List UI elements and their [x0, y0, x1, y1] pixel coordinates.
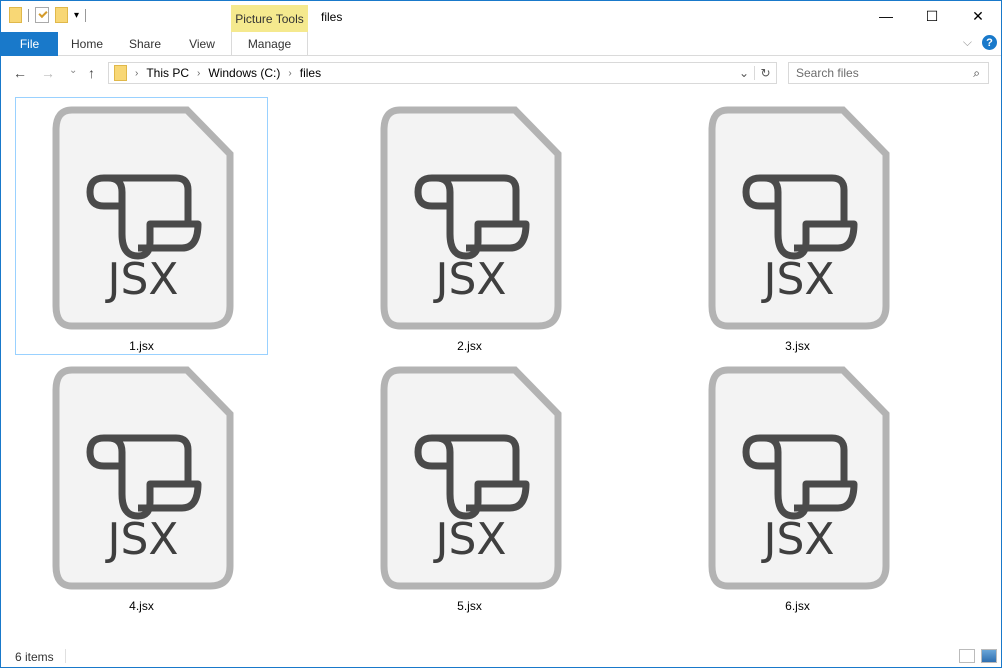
file-item[interactable]: JSX 2.jsx [343, 97, 596, 355]
file-name[interactable]: 6.jsx [672, 599, 923, 613]
folder-icon[interactable] [9, 7, 22, 23]
picture-tools-label: Picture Tools [231, 5, 308, 32]
file-name[interactable]: 4.jsx [16, 599, 267, 613]
divider [65, 649, 66, 663]
breadcrumb-this-pc[interactable]: This PC [146, 66, 189, 80]
file-type-label: JSX [432, 254, 506, 305]
help-icon[interactable]: ? [982, 35, 997, 50]
address-bar[interactable]: › This PC › Windows (C:) › files ⌄ ↻ [108, 62, 777, 84]
search-icon[interactable]: ⌕ [973, 66, 980, 81]
file-name[interactable]: 5.jsx [344, 599, 595, 613]
file-item[interactable]: JSX 5.jsx [343, 357, 596, 615]
up-button[interactable]: ↑ [88, 65, 95, 81]
file-item[interactable]: JSX 6.jsx [671, 357, 924, 615]
tab-home[interactable]: Home [61, 32, 113, 56]
collapse-ribbon-icon[interactable]: ⌵ [963, 35, 972, 50]
maximize-button[interactable]: ☐ [909, 1, 955, 31]
search-input[interactable]: Search files ⌕ [788, 62, 989, 84]
window-title: files [321, 10, 343, 24]
breadcrumb-separator[interactable]: › [135, 68, 138, 79]
jsx-file-icon: JSX [52, 106, 234, 330]
tab-view[interactable]: View [177, 32, 227, 56]
large-icons-view-button[interactable] [981, 649, 997, 663]
breadcrumb-windows-c[interactable]: Windows (C:) [208, 66, 280, 80]
address-dropdown-icon[interactable]: ⌄ [734, 66, 754, 80]
back-button[interactable]: ← [13, 65, 27, 81]
file-name[interactable]: 1.jsx [16, 339, 267, 353]
file-name[interactable]: 3.jsx [672, 339, 923, 353]
search-placeholder: Search files [796, 66, 859, 80]
forward-button[interactable]: → [41, 65, 55, 81]
file-type-label: JSX [760, 514, 834, 565]
folder-icon [114, 65, 127, 81]
refresh-icon[interactable]: ↻ [754, 66, 776, 80]
title-bar: ▾ Picture Tools files — ☐ ✕ [1, 1, 1001, 32]
breadcrumb-files[interactable]: files [300, 66, 321, 80]
close-button[interactable]: ✕ [955, 1, 1001, 31]
jsx-file-icon: JSX [708, 366, 890, 590]
file-type-label: JSX [432, 514, 506, 565]
file-type-label: JSX [760, 254, 834, 305]
file-type-label: JSX [104, 254, 178, 305]
file-item[interactable]: JSX 4.jsx [15, 357, 268, 615]
jsx-file-icon: JSX [380, 366, 562, 590]
recent-locations-button[interactable]: ⌄ [69, 65, 77, 76]
file-type-label: JSX [104, 514, 178, 565]
quick-access-toolbar: ▾ [9, 7, 87, 23]
tab-manage[interactable]: Manage [231, 32, 308, 56]
divider [28, 8, 29, 22]
ribbon-tabs: File Home Share View Manage ⌵ ? [1, 32, 1001, 56]
file-name[interactable]: 2.jsx [344, 339, 595, 353]
tab-file[interactable]: File [1, 32, 58, 56]
new-folder-icon[interactable] [55, 7, 68, 23]
minimize-button[interactable]: — [863, 1, 909, 31]
details-view-button[interactable] [959, 649, 975, 663]
jsx-file-icon: JSX [708, 106, 890, 330]
file-item[interactable]: JSX 1.jsx [15, 97, 268, 355]
file-item[interactable]: JSX 3.jsx [671, 97, 924, 355]
tab-share[interactable]: Share [119, 32, 171, 56]
item-count: 6 items [15, 650, 54, 664]
breadcrumb-separator[interactable]: › [197, 68, 200, 79]
breadcrumb-separator[interactable]: › [288, 68, 291, 79]
divider [85, 8, 87, 22]
customize-toolbar-icon[interactable]: ▾ [74, 10, 79, 21]
navigation-bar: ← → ⌄ ↑ › This PC › Windows (C:) › files… [1, 57, 1001, 89]
jsx-file-icon: JSX [52, 366, 234, 590]
properties-icon[interactable] [35, 7, 49, 23]
status-bar: 6 items [1, 646, 1001, 668]
jsx-file-icon: JSX [380, 106, 562, 330]
